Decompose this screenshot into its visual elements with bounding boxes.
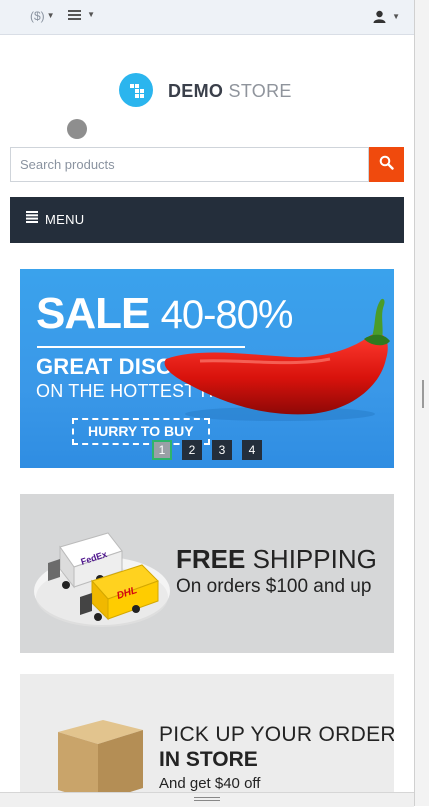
cardboard-box-image	[58, 720, 143, 792]
chili-pepper-image	[164, 298, 390, 421]
hero-slide[interactable]: SALE 40-80% GREAT DISCOUNTS ON THE HOTTE…	[20, 269, 394, 468]
list-icon	[68, 6, 85, 23]
currency-label: ($)	[30, 9, 45, 23]
search-icon	[379, 155, 394, 175]
search-button[interactable]	[369, 147, 404, 182]
user-menu-button[interactable]: ▼	[373, 8, 400, 24]
top-bar: ($) ▼ ▼ ▼	[0, 0, 414, 35]
menu-icon	[26, 210, 38, 228]
loading-indicator	[67, 119, 87, 139]
pager-dot[interactable]: 3	[212, 440, 232, 460]
shipping-subtitle: On orders $100 and up	[176, 576, 372, 597]
pager-dot[interactable]: 1	[152, 440, 172, 460]
shipping-title-bold: FREE	[176, 544, 246, 574]
menu-toggle-button[interactable]: MENU	[10, 197, 404, 243]
pager-dot[interactable]: 4	[242, 440, 262, 460]
user-icon	[373, 8, 390, 24]
scrollbar-grip[interactable]	[422, 380, 424, 408]
pickup-line-1: PICK UP YOUR ORDER	[159, 723, 394, 746]
brand-name-light: STORE	[228, 81, 292, 101]
resize-grip-icon	[194, 797, 220, 801]
chevron-down-icon: ▼	[87, 10, 96, 19]
free-shipping-banner[interactable]: FedEx DHL FREE SHIPPING On orders $100 a…	[20, 494, 394, 653]
chevron-down-icon: ▼	[46, 11, 55, 20]
sale-word: SALE	[36, 289, 150, 338]
logo-mark-icon	[119, 73, 153, 107]
search-bar	[10, 147, 404, 182]
delivery-trucks-image: FedEx DHL	[34, 532, 170, 627]
brand-name: DEMO STORE	[168, 81, 292, 102]
resize-handle[interactable]	[0, 792, 414, 807]
shipping-title-rest: SHIPPING	[252, 544, 377, 574]
pickup-line-3: And get $40 off	[159, 775, 261, 792]
shipping-title: FREE SHIPPING	[176, 544, 377, 575]
slider-pager: 1 2 3 4	[152, 440, 264, 460]
search-input[interactable]	[10, 147, 369, 182]
chevron-down-icon: ▼	[392, 12, 400, 21]
pickup-banner[interactable]: PICK UP YOUR ORDER IN STORE And get $40 …	[20, 674, 394, 792]
pickup-line-2: IN STORE	[159, 748, 258, 771]
pager-dot[interactable]: 2	[182, 440, 202, 460]
brand-name-bold: DEMO	[168, 81, 224, 101]
currency-selector[interactable]: ($) ▼	[30, 9, 55, 23]
menu-label: MENU	[45, 212, 85, 227]
list-toggle-button[interactable]: ▼	[68, 6, 95, 23]
